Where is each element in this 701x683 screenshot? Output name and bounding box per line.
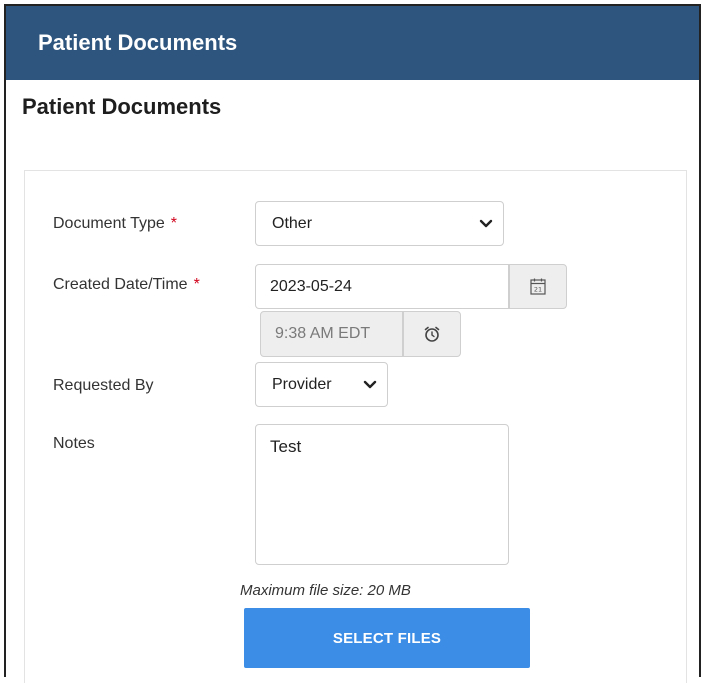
calendar-icon: 21: [530, 278, 546, 295]
notes-label: Notes: [53, 435, 95, 453]
requested-by-label: Requested By: [53, 377, 154, 395]
chevron-down-icon: [479, 219, 493, 227]
created-datetime-label: Created Date/Time *: [53, 276, 200, 294]
requested-by-select[interactable]: Provider: [255, 362, 388, 407]
max-file-size-hint: Maximum file size: 20 MB: [240, 582, 411, 599]
panel-titlebar: Patient Documents: [6, 6, 699, 80]
panel-title: Patient Documents: [38, 30, 238, 55]
select-files-button[interactable]: SELECT FILES: [244, 608, 530, 668]
calendar-button[interactable]: 21: [509, 264, 567, 309]
document-panel: Patient Documents Patient Documents Docu…: [4, 4, 701, 683]
document-form-card: Document Type * Other Created Date/Time * …: [24, 170, 687, 683]
svg-text:21: 21: [534, 286, 542, 294]
notes-textarea[interactable]: Test: [255, 424, 509, 565]
chevron-down-icon: [363, 380, 377, 388]
requested-by-value: Provider: [272, 375, 332, 393]
notes-label-text: Notes: [53, 435, 95, 452]
document-type-label-text: Document Type: [53, 215, 165, 232]
created-time-value: 9:38 AM EDT: [275, 325, 371, 342]
notes-value: Test: [270, 437, 302, 456]
created-date-input[interactable]: 2023-05-24: [255, 264, 509, 309]
alarm-clock-icon: [424, 326, 440, 342]
document-type-value: Other: [272, 214, 313, 232]
required-mark: *: [170, 215, 177, 232]
time-picker-button[interactable]: [403, 311, 461, 357]
document-type-label: Document Type *: [53, 215, 177, 233]
requested-by-label-text: Requested By: [53, 377, 154, 394]
page-title: Patient Documents: [22, 94, 222, 119]
created-time-input: 9:38 AM EDT: [260, 311, 403, 357]
required-mark: *: [193, 276, 200, 293]
created-datetime-label-text: Created Date/Time: [53, 276, 188, 293]
select-files-label: SELECT FILES: [332, 629, 442, 647]
created-date-value: 2023-05-24: [270, 277, 352, 295]
document-type-select[interactable]: Other: [255, 201, 504, 246]
